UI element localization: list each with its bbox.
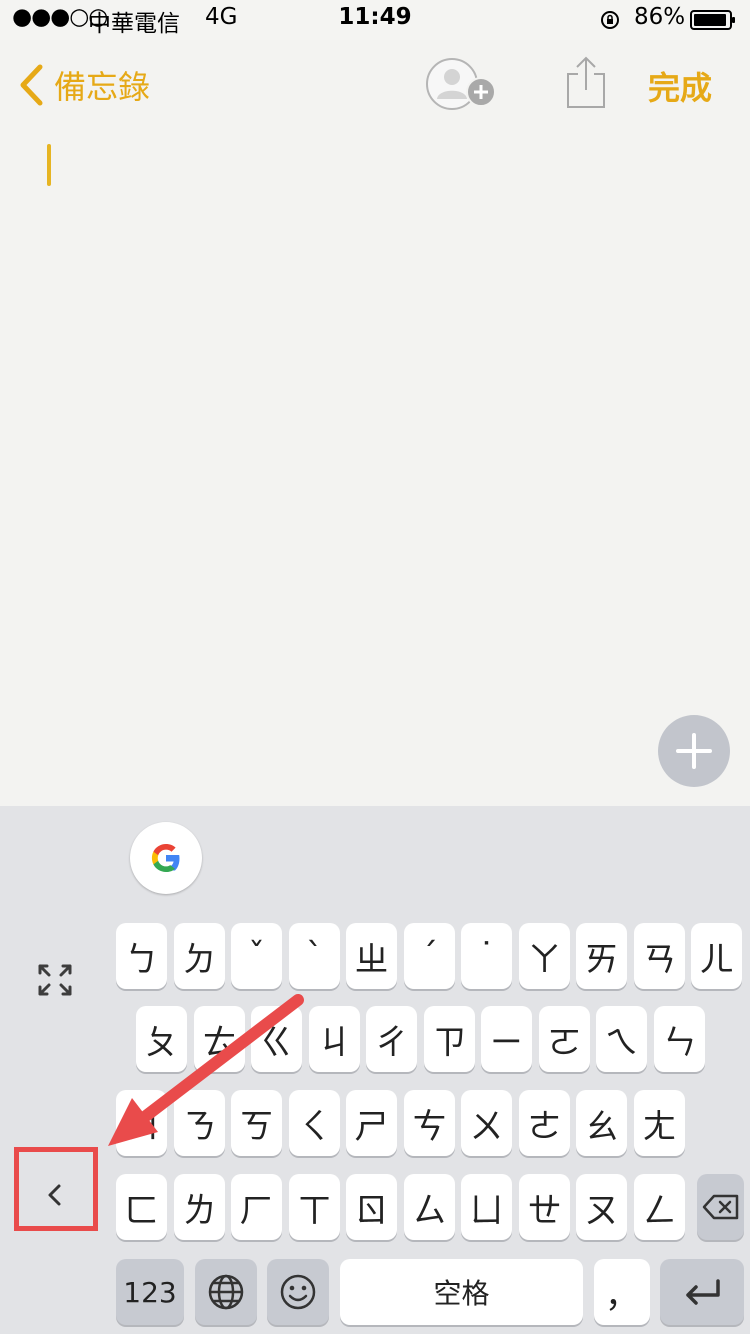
emoji-icon — [280, 1274, 316, 1310]
keyboard-key[interactable]: ㄍ — [251, 1006, 302, 1072]
keyboard-key[interactable]: ㄅ — [116, 923, 167, 989]
keyboard-key[interactable]: ㄣ — [654, 1006, 705, 1072]
back-label: 備忘錄 — [54, 68, 151, 106]
keyboard-key[interactable]: ㄊ — [194, 1006, 245, 1072]
return-icon — [686, 1279, 720, 1305]
keyboard-key[interactable]: ㄨ — [461, 1090, 512, 1156]
keyboard-key[interactable]: ㄌ — [174, 1174, 225, 1240]
battery-percent: 86% — [634, 4, 686, 30]
globe-icon — [208, 1274, 244, 1310]
keyboard-key[interactable]: ㄦ — [691, 923, 742, 989]
note-editor[interactable] — [0, 40, 750, 806]
numbers-key[interactable]: 123 — [116, 1259, 184, 1325]
google-logo-icon — [151, 844, 180, 872]
globe-key[interactable] — [195, 1259, 257, 1325]
keyboard-key[interactable]: ㄗ — [424, 1006, 475, 1072]
google-search-button[interactable] — [130, 822, 202, 894]
keyboard-key[interactable]: ㄥ — [634, 1174, 685, 1240]
keyboard-key[interactable]: ㄕ — [346, 1090, 397, 1156]
keyboard-key[interactable]: ㄠ — [576, 1090, 627, 1156]
text-cursor — [47, 144, 51, 186]
keyboard-key[interactable]: ㄛ — [539, 1006, 590, 1072]
backspace-icon — [702, 1194, 738, 1220]
chevron-left-icon — [20, 64, 43, 106]
add-attachment-button[interactable] — [658, 715, 730, 787]
keyboard-key[interactable]: ㄖ — [346, 1174, 397, 1240]
space-key[interactable]: 空格 — [340, 1259, 583, 1325]
keyboard-key[interactable]: ㄎ — [231, 1090, 282, 1156]
delete-key[interactable] — [697, 1174, 744, 1240]
plus-icon — [676, 733, 712, 769]
collapse-panel-icon[interactable] — [45, 1182, 65, 1208]
keyboard-key[interactable]: ㄉ — [174, 923, 225, 989]
keyboard-key[interactable]: ˊ — [404, 923, 455, 989]
keyboard-key[interactable]: ㄆ — [136, 1006, 187, 1072]
expand-keyboard-icon[interactable] — [36, 962, 74, 998]
keyboard-key[interactable]: ㄔ — [366, 1006, 417, 1072]
status-bar: ●●●○○ 中華電信 4G 11:49 86% — [0, 0, 750, 40]
keyboard-key[interactable]: ㄝ — [519, 1174, 570, 1240]
back-button[interactable]: 備忘錄 — [18, 60, 150, 110]
share-icon[interactable] — [563, 54, 609, 110]
keyboard-key[interactable]: ㄇ — [116, 1090, 167, 1156]
done-button[interactable]: 完成 — [648, 63, 712, 109]
keyboard-key[interactable]: ㄜ — [519, 1090, 570, 1156]
return-key[interactable] — [660, 1259, 744, 1325]
keyboard-key[interactable]: ㄢ — [634, 923, 685, 989]
keyboard-key[interactable]: ㄞ — [576, 923, 627, 989]
keyboard-key[interactable]: ㄘ — [404, 1090, 455, 1156]
keyboard-key[interactable]: ㄈ — [116, 1174, 167, 1240]
keyboard-key[interactable]: ˙ — [461, 923, 512, 989]
keyboard-key[interactable]: ㄏ — [231, 1174, 282, 1240]
rotation-lock-icon — [601, 11, 619, 29]
keyboard-key[interactable]: ㄟ — [596, 1006, 647, 1072]
keyboard-key[interactable]: ㄚ — [519, 923, 570, 989]
keyboard-key[interactable]: ㄑ — [289, 1090, 340, 1156]
keyboard-key[interactable]: ㄤ — [634, 1090, 685, 1156]
keyboard-key[interactable]: ㄐ — [309, 1006, 360, 1072]
keyboard-key[interactable]: ㄒ — [289, 1174, 340, 1240]
keyboard-key[interactable]: ㄩ — [461, 1174, 512, 1240]
keyboard-key[interactable]: ㄡ — [576, 1174, 627, 1240]
keyboard-key[interactable]: ㄧ — [481, 1006, 532, 1072]
add-person-icon[interactable] — [424, 56, 500, 112]
emoji-key[interactable] — [267, 1259, 329, 1325]
keyboard-key[interactable]: ㄓ — [346, 923, 397, 989]
keyboard-key[interactable]: ˋ — [289, 923, 340, 989]
keyboard-key[interactable]: ㄋ — [174, 1090, 225, 1156]
battery-icon — [690, 10, 735, 30]
keyboard-key[interactable]: ㄙ — [404, 1174, 455, 1240]
keyboard-key[interactable]: ˇ — [231, 923, 282, 989]
comma-key[interactable]: ， — [594, 1259, 650, 1325]
